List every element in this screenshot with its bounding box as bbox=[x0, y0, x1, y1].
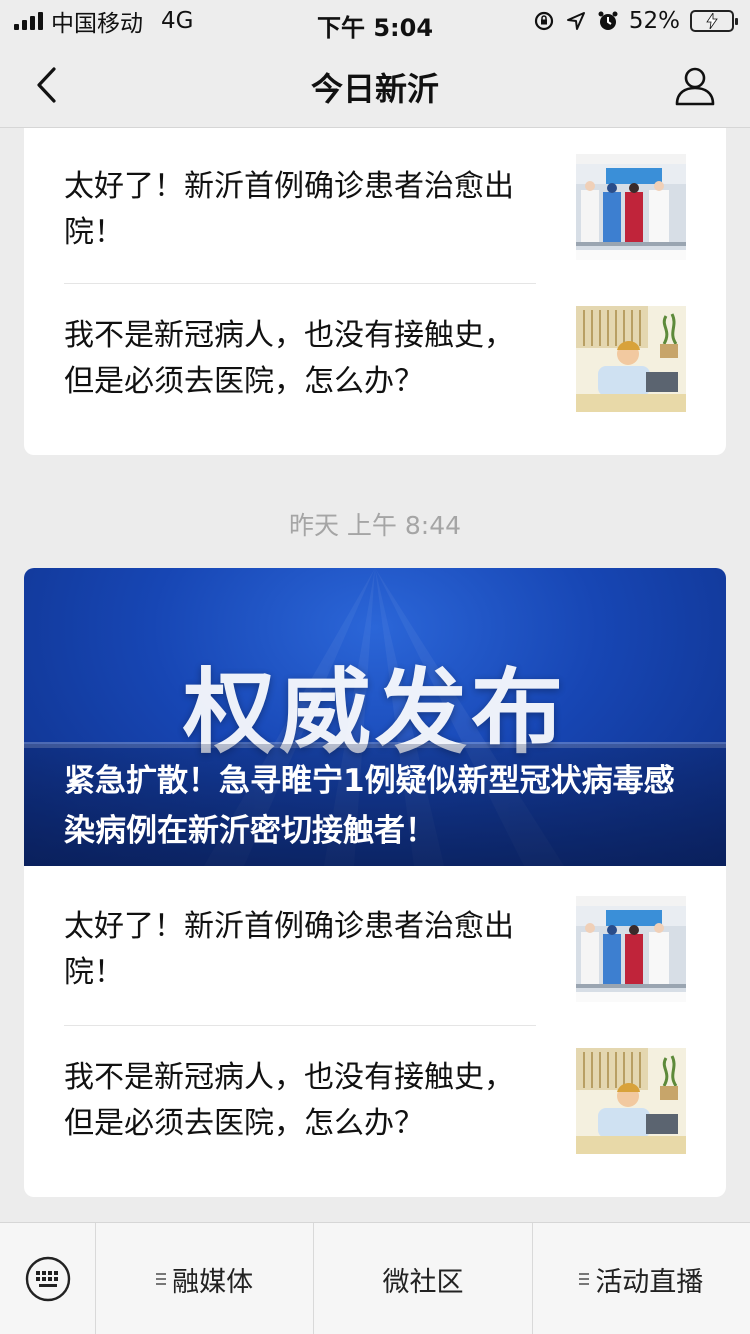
banner-article[interactable]: 权威发布 紧急扩散！急寻睢宁1例疑似新型冠状病毒感染病例在新沂密切接触者！ bbox=[24, 568, 726, 866]
submenu-icon bbox=[156, 1273, 167, 1285]
article-item[interactable]: 太好了！新沂首例确诊患者治愈出院！ bbox=[24, 128, 726, 278]
banner-caption: 紧急扩散！急寻睢宁1例疑似新型冠状病毒感染病例在新沂密切接触者！ bbox=[24, 744, 726, 866]
menu-item-label: 活动直播 bbox=[595, 1266, 704, 1298]
status-right: 52% bbox=[533, 8, 738, 34]
menu-item-label: 微社区 bbox=[382, 1266, 464, 1298]
menu-item-rongmeiti[interactable]: 融媒体 bbox=[96, 1223, 315, 1334]
article-thumbnail-doctors bbox=[576, 896, 686, 1002]
profile-button[interactable] bbox=[672, 62, 718, 108]
article-card-bottom: 权威发布 紧急扩散！急寻睢宁1例疑似新型冠状病毒感染病例在新沂密切接触者！ 太好… bbox=[24, 568, 726, 1197]
keyboard-icon bbox=[25, 1256, 70, 1302]
article-item[interactable]: 我不是新冠病人，也没有接触史，但是必须去医院，怎么办？ bbox=[24, 1026, 726, 1176]
lock-rotation-icon bbox=[533, 10, 555, 32]
article-title: 我不是新冠病人，也没有接触史，但是必须去医院，怎么办？ bbox=[64, 318, 514, 399]
status-bar: 中国移动 4G 下午 5:04 52% bbox=[0, 0, 750, 42]
alarm-icon bbox=[597, 10, 619, 32]
person-icon bbox=[675, 67, 715, 106]
bottom-menu-bar: 融媒体 微社区 活动直播 bbox=[0, 1222, 750, 1334]
keyboard-toggle-button[interactable] bbox=[0, 1223, 96, 1334]
article-card-top: 太好了！新沂首例确诊患者治愈出院！ 我不是新冠病人，也没有接触史，但是必须去医院… bbox=[24, 128, 726, 455]
submenu-icon bbox=[579, 1273, 590, 1285]
article-title: 太好了！新沂首例确诊患者治愈出院！ bbox=[64, 169, 514, 250]
article-thumbnail-illustration bbox=[576, 1048, 686, 1154]
article-thumbnail-illustration bbox=[576, 306, 686, 412]
menu-item-huodongzhibo[interactable]: 活动直播 bbox=[533, 1223, 750, 1334]
battery-charging-icon bbox=[690, 10, 738, 32]
menu-item-weishequ[interactable]: 微社区 bbox=[314, 1223, 533, 1334]
menu-item-label: 融媒体 bbox=[172, 1266, 254, 1298]
battery-percent: 52% bbox=[628, 8, 680, 34]
page-title: 今日新沂 bbox=[310, 70, 439, 108]
article-title: 太好了！新沂首例确诊患者治愈出院！ bbox=[64, 909, 514, 990]
article-thumbnail-doctors bbox=[576, 154, 686, 260]
location-arrow-icon bbox=[565, 10, 587, 32]
bolt-icon bbox=[706, 13, 718, 29]
article-title: 我不是新冠病人，也没有接触史，但是必须去医院，怎么办？ bbox=[64, 1060, 514, 1141]
article-item[interactable]: 太好了！新沂首例确诊患者治愈出院！ bbox=[24, 866, 726, 1016]
message-timestamp: 昨天 上午 8:44 bbox=[288, 511, 462, 540]
nav-bar: 今日新沂 bbox=[0, 42, 750, 128]
article-item[interactable]: 我不是新冠病人，也没有接触史，但是必须去医院，怎么办？ bbox=[24, 284, 726, 434]
